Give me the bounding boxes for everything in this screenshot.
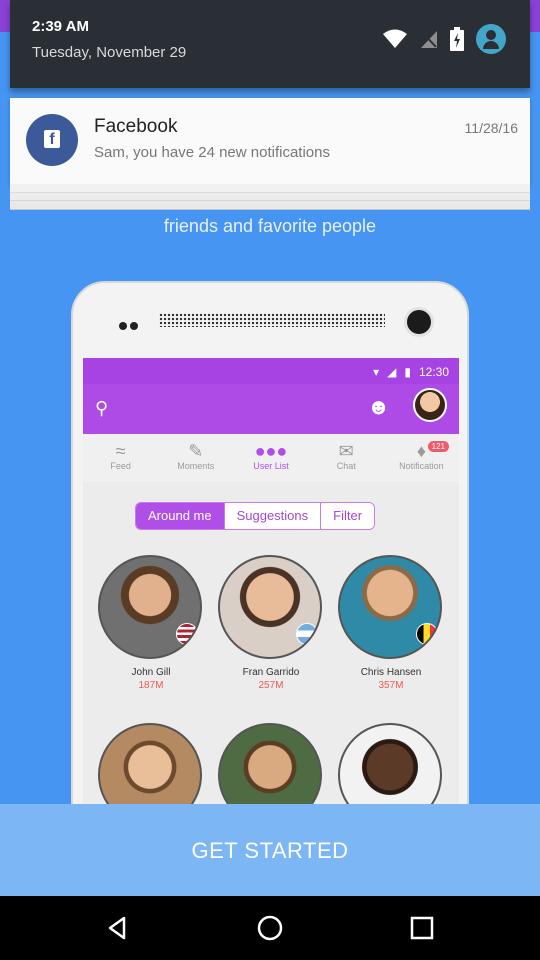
shade-date: Tuesday, November 29 [32, 44, 187, 61]
facebook-icon: f [26, 114, 78, 166]
segment-around-me: Around me [136, 503, 224, 529]
get-started-button[interactable]: GET STARTED [0, 804, 540, 896]
phone-mockup: ▾ ◢ ▮ 12:30 ⚲ ☻ ≈ Feed ✎ Moments ●●● Use… [71, 281, 469, 841]
facebook-notification[interactable]: f Facebook Sam, you have 24 new notifica… [10, 98, 530, 184]
notification-message: Sam, you have 24 new notifications [94, 144, 330, 161]
phone-top-bezel [73, 283, 467, 341]
notification-app-name: Facebook [94, 116, 178, 137]
tab-notification: ♦ 121 Notification [384, 434, 459, 482]
tab-label: Feed [110, 461, 131, 471]
tab-label: Notification [399, 461, 444, 471]
search-icon: ⚲ [95, 398, 109, 418]
segment-filter: Filter [320, 503, 375, 529]
wifi-icon: ▾ [373, 365, 380, 379]
signal-icon [421, 31, 437, 48]
person-count: 187M [138, 680, 164, 691]
battery-icon: ▮ [404, 365, 411, 379]
notification-badge: 121 [427, 441, 450, 452]
app-tab-bar: ≈ Feed ✎ Moments ●●● User List ✉ Chat ♦ … [83, 434, 459, 482]
account-icon[interactable] [476, 24, 506, 54]
person-count: 357M [378, 680, 404, 691]
back-icon[interactable] [104, 914, 132, 942]
add-user-icon: ☻ [367, 394, 391, 419]
person-photo [98, 555, 202, 659]
tab-moments: ✎ Moments [158, 434, 233, 482]
users-icon: ●●● [254, 441, 288, 461]
person-name: Chris Hansen [360, 667, 422, 678]
front-camera [407, 310, 431, 334]
person-name: Fran Garrido [242, 667, 300, 678]
app-status-time: 12:30 [418, 365, 449, 379]
shade-time: 2:39 AM [32, 18, 89, 35]
person-card: John Gill 187M [98, 555, 204, 691]
tab-label: Chat [336, 461, 356, 471]
person-count: 257M [258, 680, 284, 691]
segment-suggestions: Suggestions [223, 503, 321, 529]
rss-icon: ≈ [115, 441, 126, 461]
person-photo [218, 555, 322, 659]
tab-label: Moments [177, 461, 215, 471]
phone-screen: ▾ ◢ ▮ 12:30 ⚲ ☻ ≈ Feed ✎ Moments ●●● Use… [83, 358, 459, 828]
recents-icon[interactable] [408, 914, 436, 942]
battery-icon [450, 27, 464, 51]
signal-icon: ◢ [387, 365, 397, 379]
navigation-bar [0, 896, 540, 960]
person-card: Fran Garrido 257M [218, 555, 324, 691]
home-icon[interactable] [256, 914, 284, 942]
segmented-control: Around me Suggestions Filter [135, 502, 376, 530]
avatar [413, 388, 447, 422]
shade-status-icons [382, 24, 506, 54]
wifi-icon [383, 29, 407, 48]
person-card: Chris Hansen 357M [338, 555, 444, 691]
tab-feed: ≈ Feed [83, 434, 158, 482]
argentina-flag-icon [296, 623, 318, 645]
notification-shade-header[interactable]: 2:39 AM Tuesday, November 29 [10, 0, 530, 88]
megaphone-icon: ✎ [188, 441, 204, 461]
onboarding-tagline: friends and favorite people [163, 216, 377, 236]
usa-flag-icon [176, 623, 198, 645]
person-photo [338, 555, 442, 659]
notification-stack-edge [10, 184, 530, 193]
person-name: John Gill [131, 667, 171, 678]
chat-icon: ✉ [338, 441, 354, 461]
app-status-bar: ▾ ◢ ▮ 12:30 [83, 358, 459, 384]
notification-stack-edge [10, 193, 530, 201]
belgium-flag-icon [416, 623, 438, 645]
tab-user-list: ●●● User List [233, 434, 308, 482]
sensor-dots [119, 317, 141, 335]
tab-label: User List [253, 461, 289, 471]
tab-chat: ✉ Chat [309, 434, 384, 482]
get-started-label: GET STARTED [191, 838, 349, 863]
speaker-grille [159, 313, 385, 327]
app-toolbar: ⚲ ☻ [83, 384, 459, 434]
notification-stack-edge [10, 201, 530, 210]
notification-date: 11/28/16 [464, 120, 518, 136]
